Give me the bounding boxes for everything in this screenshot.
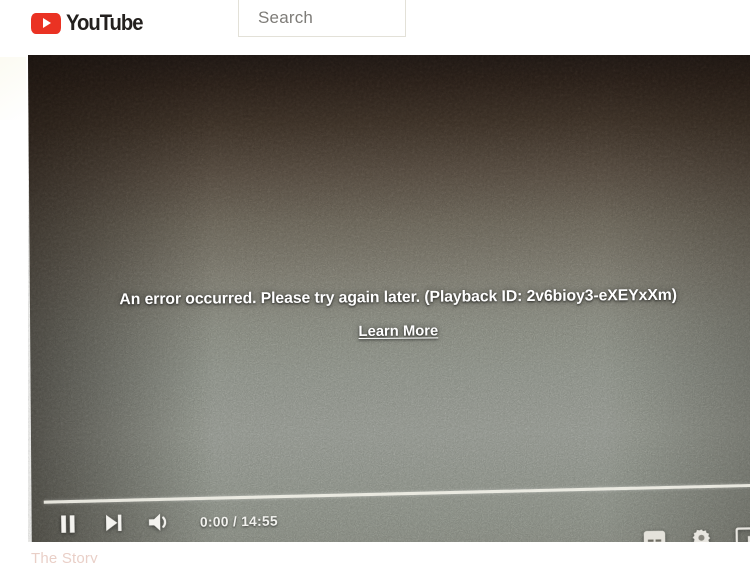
settings-button[interactable] bbox=[689, 525, 714, 542]
volume-button[interactable] bbox=[146, 509, 173, 536]
search-input[interactable]: Search bbox=[258, 8, 313, 28]
video-title-partial: The Story bbox=[31, 550, 98, 563]
playback-error-message: An error occurred. Please try again late… bbox=[119, 286, 677, 309]
youtube-logo-wordmark: YouTube bbox=[66, 10, 144, 35]
video-vignette-left bbox=[28, 55, 216, 542]
next-video-button[interactable] bbox=[100, 509, 127, 536]
closed-captions-icon bbox=[643, 530, 665, 542]
player-controls-right bbox=[642, 524, 750, 542]
video-progress-bar[interactable] bbox=[43, 483, 750, 504]
screenshot-root: YouTube Search An error occurred. Please… bbox=[0, 0, 750, 563]
below-player-area bbox=[0, 542, 750, 563]
photo-grain-texture bbox=[28, 55, 750, 542]
youtube-play-icon bbox=[31, 12, 61, 34]
gear-icon bbox=[692, 528, 710, 542]
learn-more-link[interactable]: Learn More bbox=[358, 323, 438, 340]
volume-icon bbox=[148, 513, 167, 531]
pause-icon bbox=[60, 514, 75, 533]
video-time-display: 0:00 / 14:55 bbox=[199, 512, 279, 530]
video-player[interactable]: An error occurred. Please try again late… bbox=[28, 55, 750, 542]
youtube-logo[interactable]: YouTube bbox=[31, 12, 149, 34]
video-surface[interactable]: An error occurred. Please try again late… bbox=[28, 55, 750, 542]
youtube-masthead: YouTube Search bbox=[0, 0, 750, 57]
miniplayer-icon bbox=[735, 527, 750, 542]
subtitles-button[interactable] bbox=[642, 526, 667, 542]
player-controls-left: 0:00 / 14:55 bbox=[54, 507, 278, 537]
next-track-icon bbox=[105, 514, 122, 532]
miniplayer-button[interactable] bbox=[735, 524, 750, 542]
photo-moire-texture bbox=[28, 55, 750, 542]
playback-error-overlay: An error occurred. Please try again late… bbox=[30, 286, 750, 344]
video-vignette-right bbox=[601, 55, 750, 542]
pause-button[interactable] bbox=[54, 510, 81, 537]
